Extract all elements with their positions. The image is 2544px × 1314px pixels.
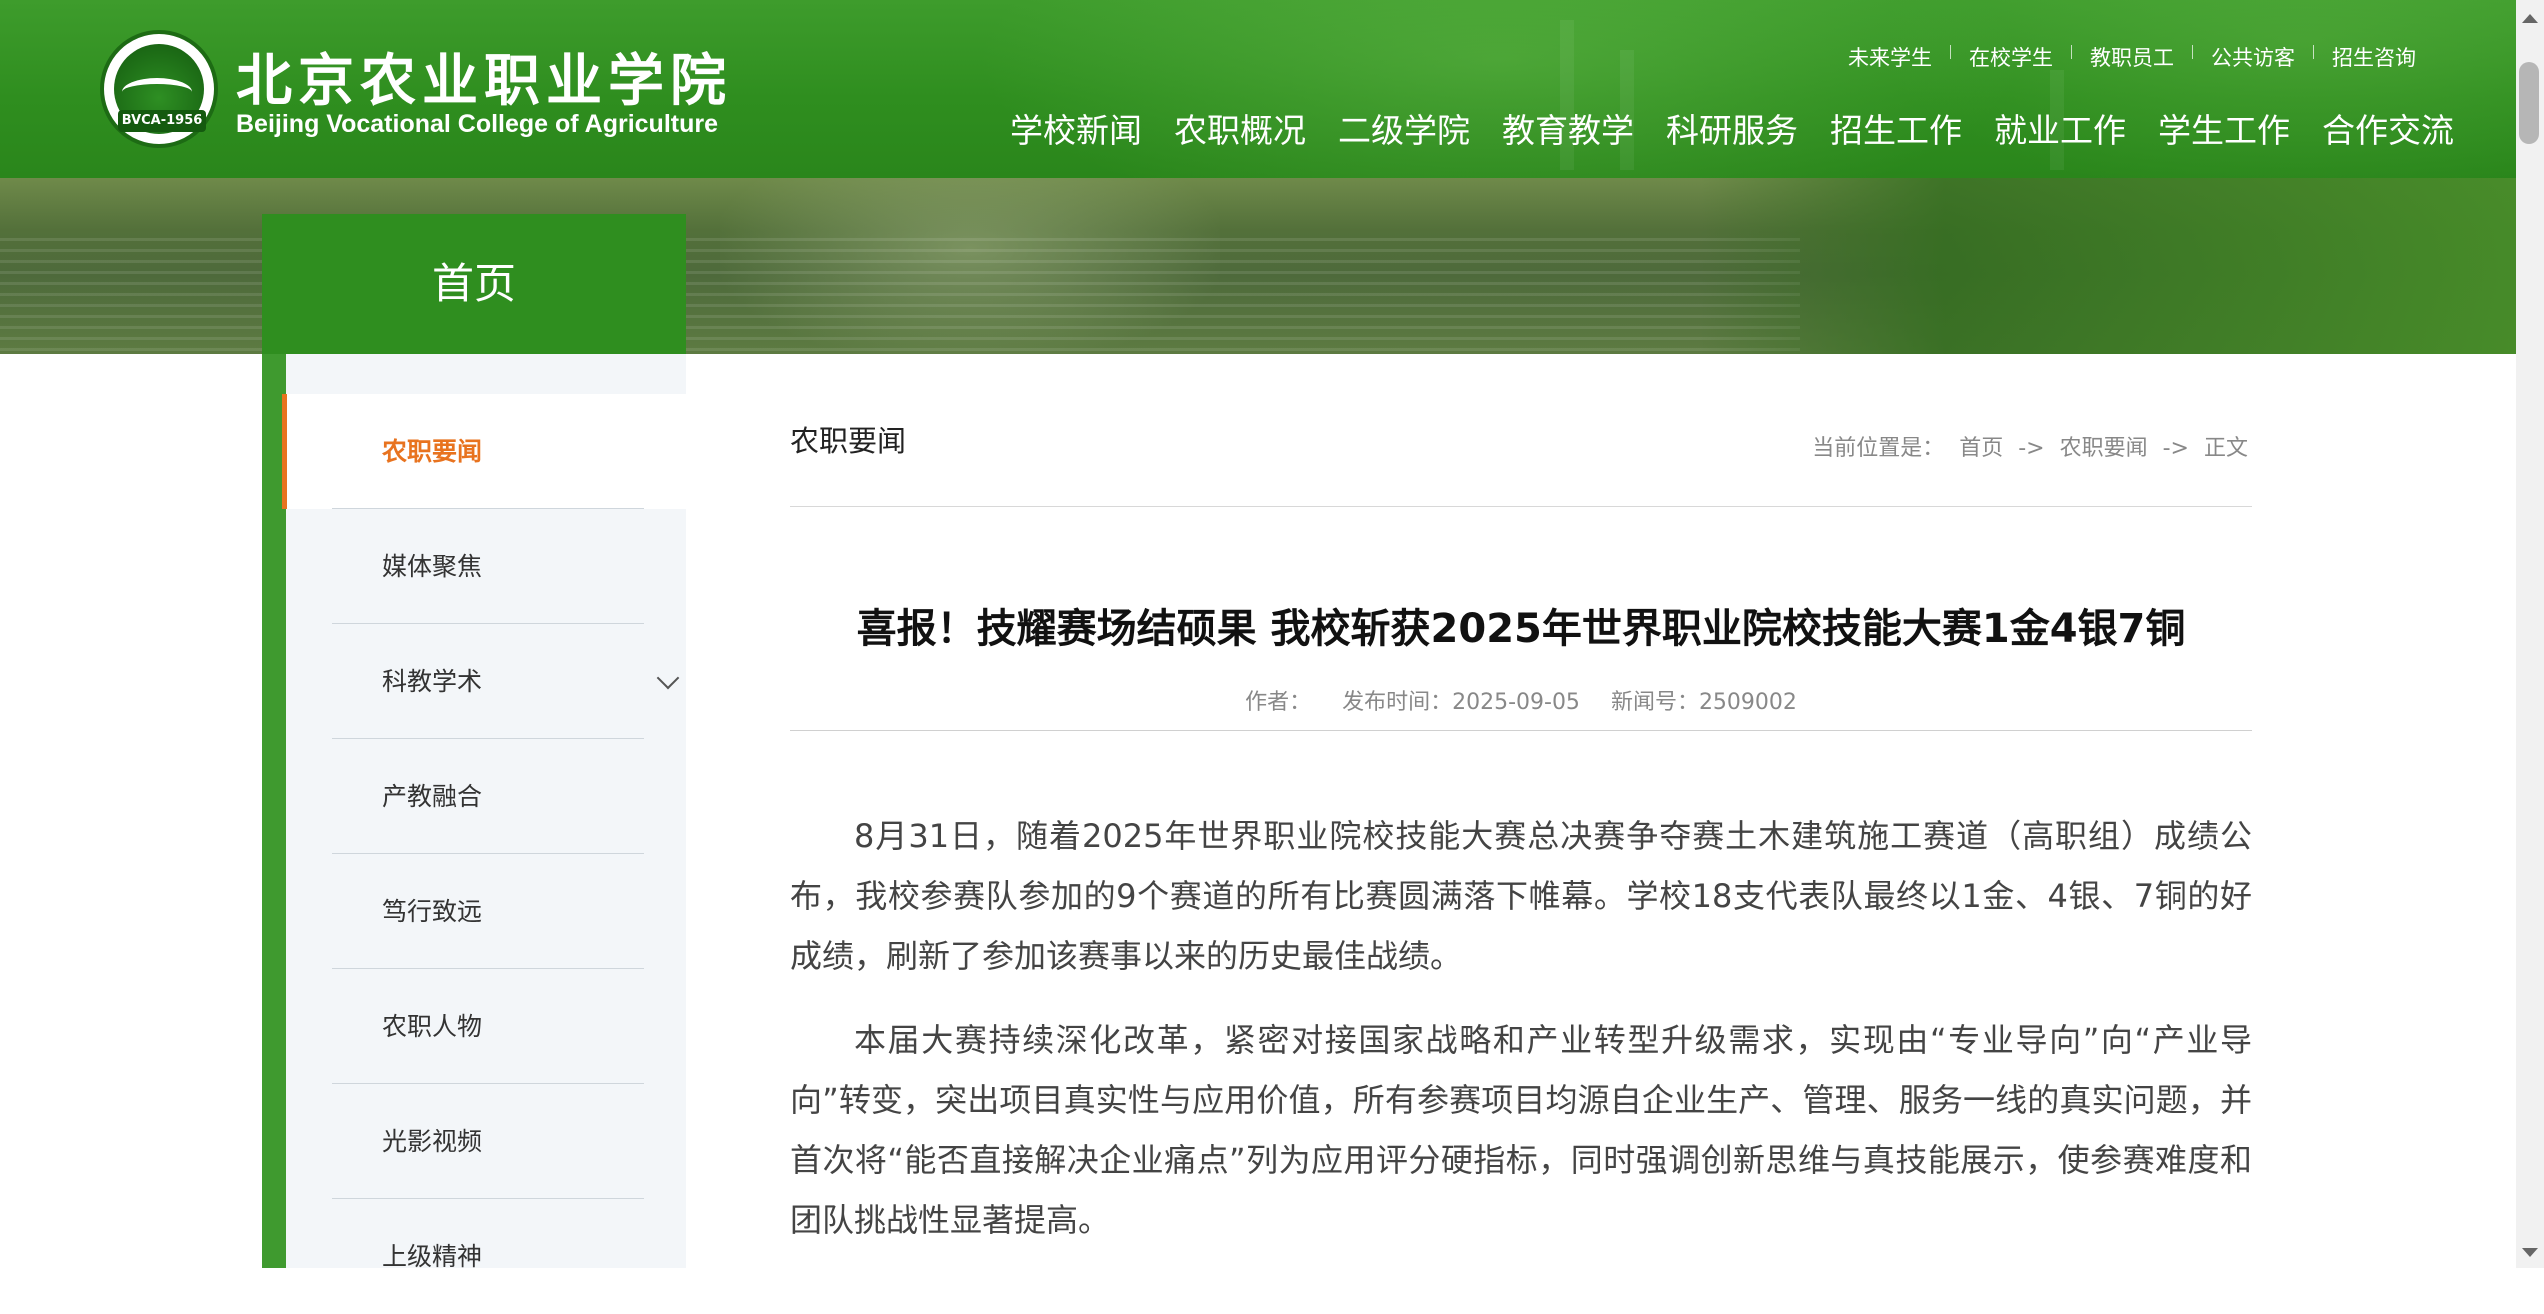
quick-links: 未来学生 在校学生 教职员工 公共访客 招生咨询	[1830, 42, 2434, 72]
sidebar-home-title[interactable]: 首页	[262, 214, 686, 354]
logo-chinese-name[interactable]: 北京农业职业学院	[236, 36, 732, 117]
article-paragraph: 本届大赛持续深化改革，紧密对接国家战略和产业转型升级需求，实现由“专业导向”向“…	[790, 1021, 2252, 1239]
article-body: 8月31日，随着2025年世界职业院校技能大赛总决赛争夺赛土木建筑施工赛道（高职…	[790, 806, 2252, 1274]
breadcrumb-home-link[interactable]: 首页	[1959, 436, 2003, 461]
quick-link-admissions-inquiry[interactable]: 招生咨询	[2314, 42, 2434, 72]
sidebar-item-label: 农职要闻	[382, 437, 483, 466]
sidebar-item-media[interactable]: 媒体聚焦	[282, 509, 686, 624]
page-scrollbar[interactable]	[2516, 0, 2544, 1268]
sidebar-item-video[interactable]: 光影视频	[282, 1084, 686, 1199]
scroll-up-arrow-icon[interactable]	[2522, 14, 2538, 23]
section-divider	[790, 506, 2252, 507]
sidebar-item-news[interactable]: 农职要闻	[282, 394, 686, 509]
breadcrumb-current: 正文	[2203, 436, 2248, 461]
article-meta-divider	[790, 730, 2252, 731]
sidebar-item-industry[interactable]: 产教融合	[282, 739, 686, 854]
sidebar-item-label: 笃行致远	[382, 897, 483, 926]
nav-colleges[interactable]: 二级学院	[1322, 104, 1486, 152]
emblem-ribbon: BVCA-1956	[118, 110, 206, 132]
quick-link-visitors[interactable]: 公共访客	[2193, 42, 2313, 72]
quick-link-future-students[interactable]: 未来学生	[1830, 42, 1950, 72]
nav-employment[interactable]: 就业工作	[1978, 104, 2142, 152]
emblem-swoosh	[122, 78, 192, 106]
breadcrumb-prefix: 当前位置是：	[1812, 436, 1945, 461]
college-emblem-logo[interactable]: BVCA-1956	[100, 30, 218, 148]
scroll-down-arrow-icon[interactable]	[2522, 1248, 2538, 1257]
nav-overview[interactable]: 农职概况	[1158, 104, 1322, 152]
nav-research[interactable]: 科研服务	[1650, 104, 1814, 152]
quick-link-current-students[interactable]: 在校学生	[1951, 42, 2071, 72]
nav-education[interactable]: 教育教学	[1486, 104, 1650, 152]
sidebar-item-science[interactable]: 科教学术	[282, 624, 686, 739]
breadcrumb-arrow: ->	[2018, 436, 2045, 461]
sidebar-item-directives[interactable]: 上级精神	[282, 1199, 686, 1314]
sidebar-item-label: 农职人物	[382, 1012, 483, 1041]
main-nav: 学校新闻 农职概况 二级学院 教育教学 科研服务 招生工作 就业工作 学生工作 …	[994, 104, 2470, 152]
chevron-down-icon[interactable]	[656, 666, 680, 690]
breadcrumb-arrow: ->	[2162, 436, 2189, 461]
sidebar-item-label: 产教融合	[382, 782, 483, 811]
article-meta: 作者： 发布时间：2025-09-05 新闻号：2509002	[790, 684, 2252, 716]
nav-student-affairs[interactable]: 学生工作	[2142, 104, 2306, 152]
sidebar-item-people[interactable]: 农职人物	[282, 969, 686, 1084]
article-title: 喜报！技耀赛场结硕果 我校斩获2025年世界职业院校技能大赛1金4银7铜	[856, 606, 2186, 652]
sidebar-item-practice[interactable]: 笃行致远	[282, 854, 686, 969]
logo-english-name[interactable]: Beijing Vocational College of Agricultur…	[236, 110, 718, 139]
breadcrumb-section-link[interactable]: 农职要闻	[2060, 436, 2148, 461]
sidebar-item-label: 媒体聚焦	[382, 552, 483, 581]
article-news-number: 新闻号：2509002	[1610, 690, 1797, 715]
nav-admissions[interactable]: 招生工作	[1814, 104, 1978, 152]
section-title: 农职要闻	[790, 424, 907, 458]
nav-school-news[interactable]: 学校新闻	[994, 104, 1158, 152]
article-author: 作者：	[1245, 690, 1312, 715]
article-publish-date: 发布时间：2025-09-05	[1342, 690, 1580, 715]
quick-link-staff[interactable]: 教职员工	[2072, 42, 2192, 72]
banner-trees	[1700, 178, 2516, 354]
site-header: BVCA-1956 北京农业职业学院 Beijing Vocational Co…	[0, 0, 2516, 178]
sidebar-item-label: 上级精神	[382, 1242, 483, 1271]
article-paragraph: 8月31日，随着2025年世界职业院校技能大赛总决赛争夺赛土木建筑施工赛道（高职…	[790, 817, 2252, 975]
breadcrumb: 当前位置是： 首页 -> 农职要闻 -> 正文	[1808, 430, 2252, 462]
sidebar-item-label: 光影视频	[382, 1127, 483, 1156]
nav-cooperation[interactable]: 合作交流	[2306, 104, 2470, 152]
scrollbar-thumb[interactable]	[2519, 62, 2539, 144]
sidebar-menu: 农职要闻 媒体聚焦 科教学术 产教融合 笃行致远 农职人物 光影视频 上级精神	[282, 394, 686, 1314]
sidebar-item-label: 科教学术	[382, 667, 483, 696]
